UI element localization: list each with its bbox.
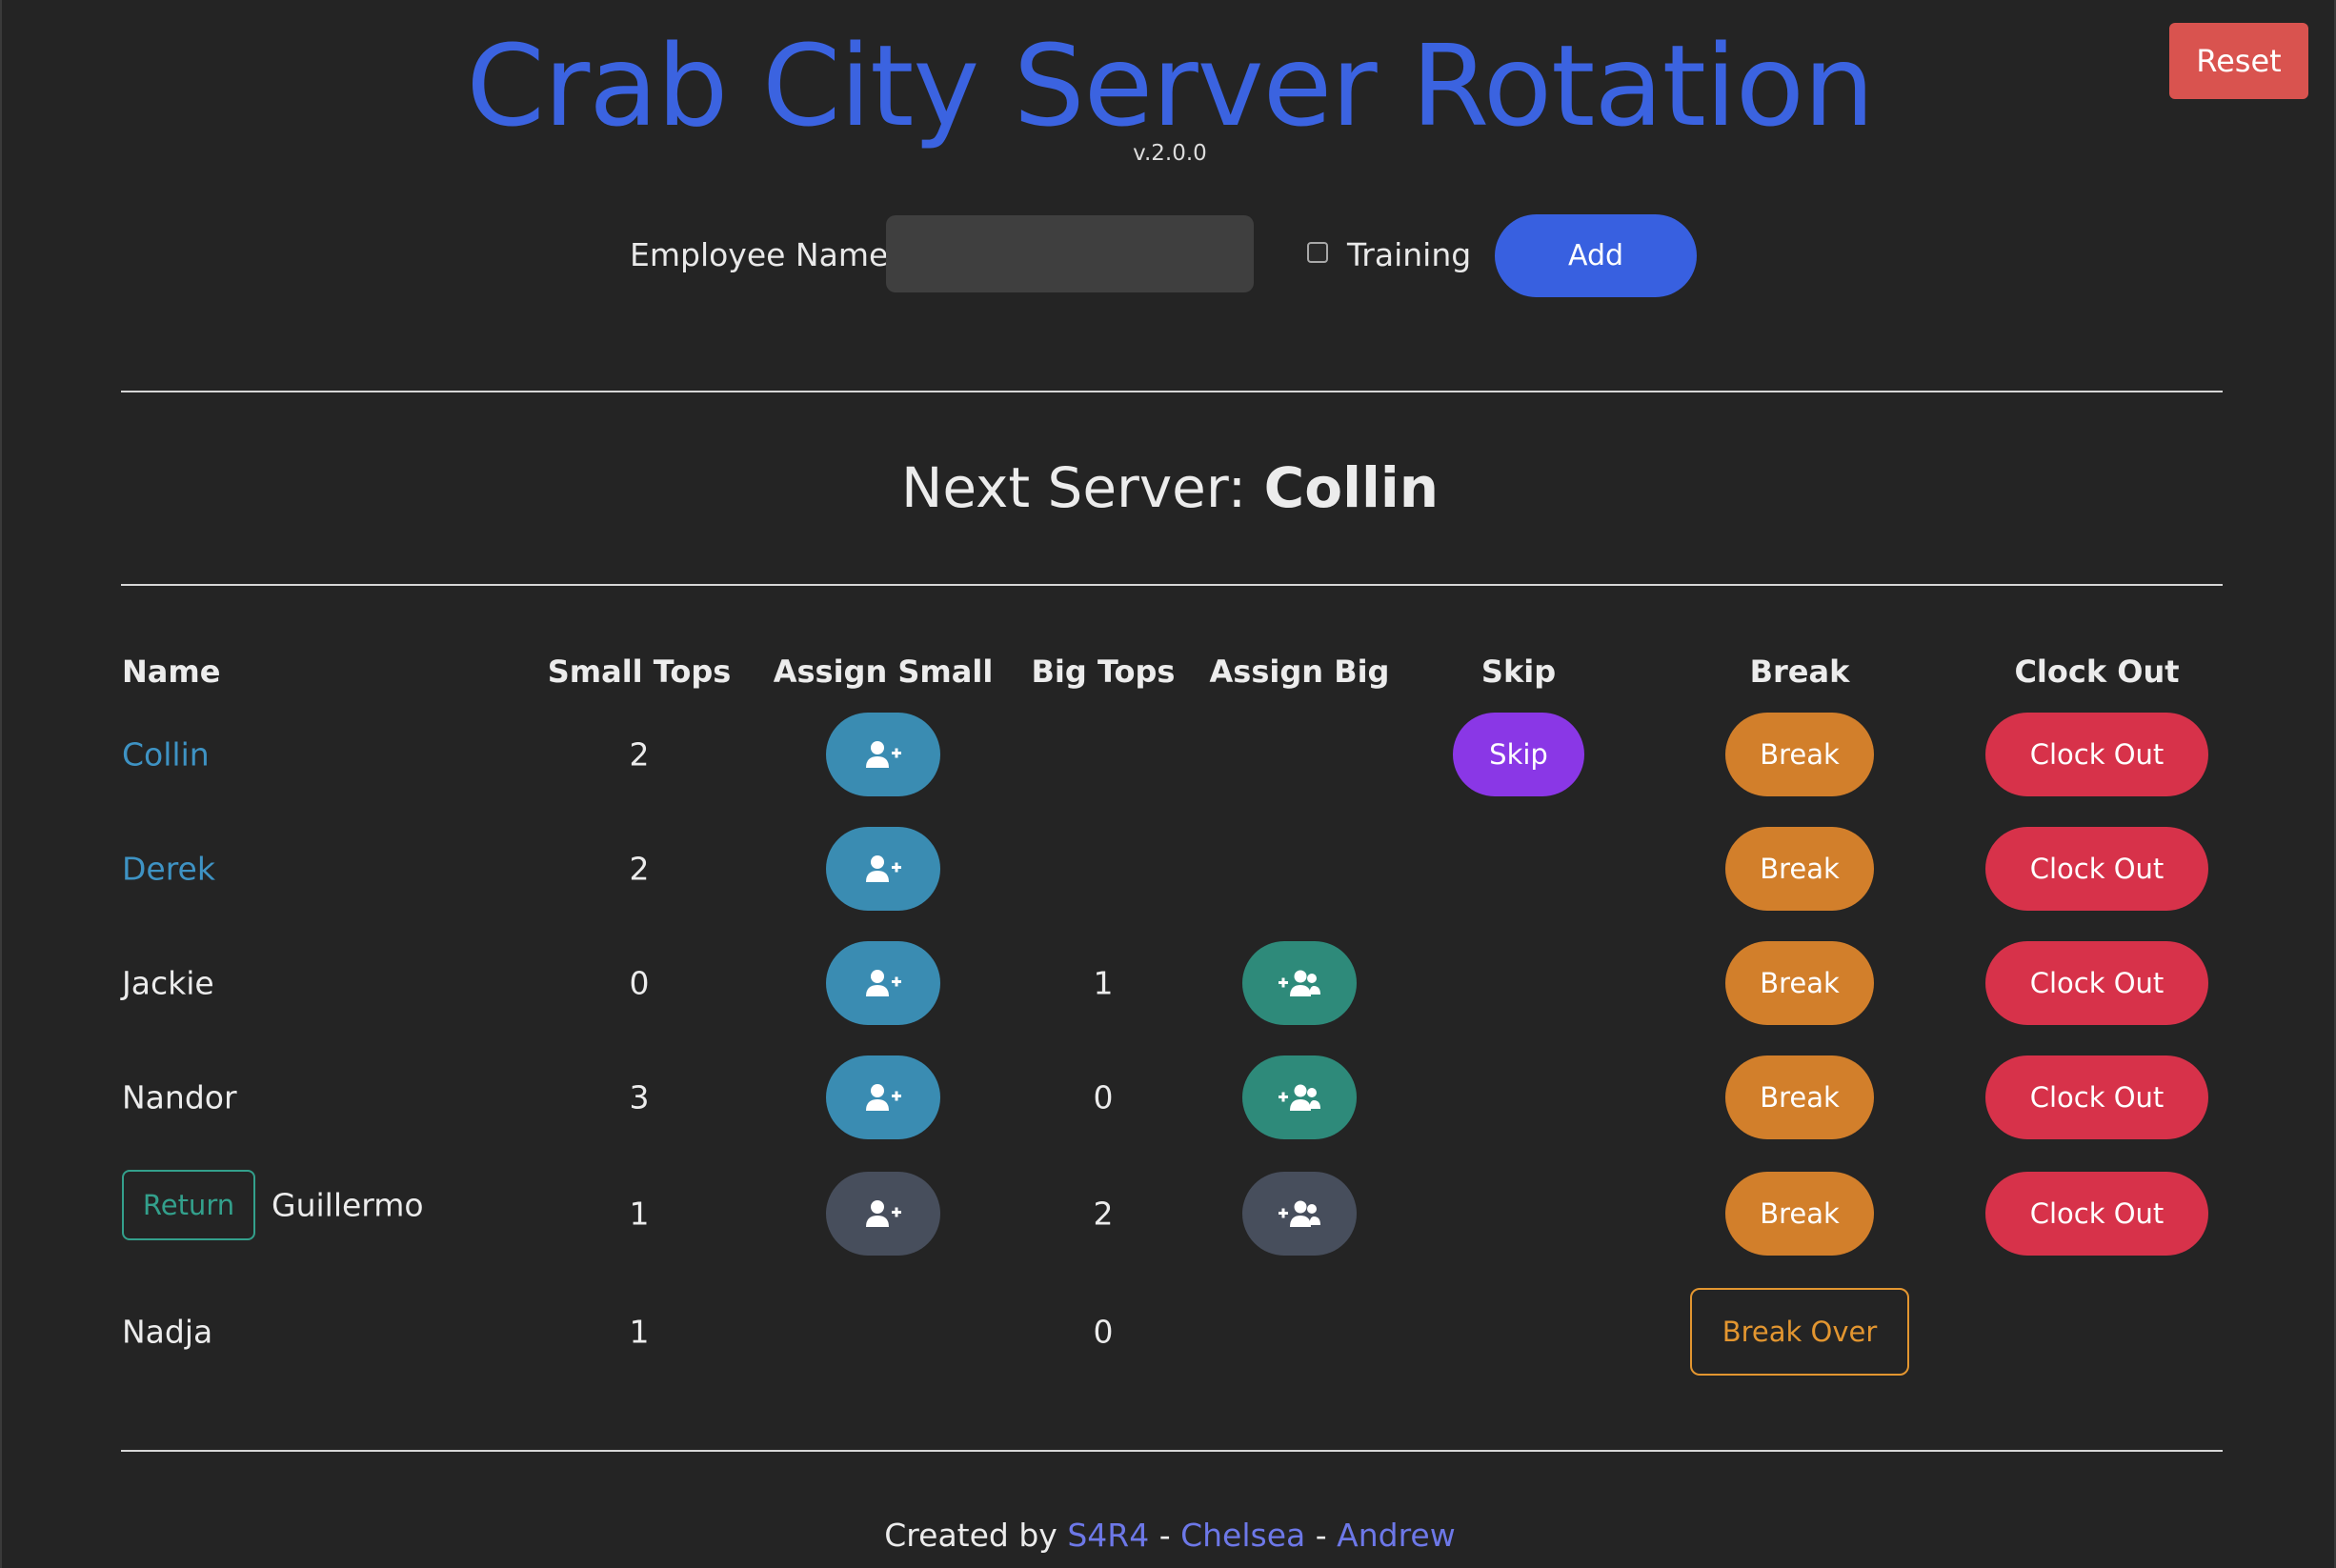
employee-name-link[interactable]: Derek <box>122 851 215 888</box>
employee-name-link[interactable]: Collin <box>122 736 210 774</box>
clock-out-button[interactable]: Clock Out <box>1985 713 2208 796</box>
footer-separator: - <box>1305 1517 1338 1554</box>
assign-small-button[interactable] <box>826 1055 940 1139</box>
employee-name: Nandor <box>122 1078 237 1116</box>
add-button[interactable]: Add <box>1495 214 1697 297</box>
divider <box>121 391 2223 392</box>
users-plus-icon <box>1279 970 1320 996</box>
header-name: Name <box>122 653 221 690</box>
next-server-heading: Next Server: Collin <box>2 455 2336 520</box>
employee-name: Jackie <box>122 964 214 1002</box>
header-assign-big: Assign Big <box>1209 653 1390 690</box>
small-tops-count: 1 <box>629 1313 650 1351</box>
divider <box>121 1450 2223 1452</box>
credit-link[interactable]: Andrew <box>1337 1517 1456 1554</box>
employee-name: Guillermo <box>272 1186 424 1224</box>
footer-credits: Created by S4R4 - Chelsea - Andrew <box>2 1517 2336 1554</box>
assign-big-button[interactable] <box>1242 1055 1357 1139</box>
assign-small-button[interactable] <box>826 1172 940 1256</box>
employee-name-input[interactable] <box>886 215 1254 292</box>
break-button[interactable]: Break <box>1725 1055 1874 1139</box>
next-server-name: Collin <box>1263 455 1440 520</box>
break-button[interactable]: Break <box>1725 941 1874 1025</box>
training-label: Training <box>1347 236 1472 273</box>
small-tops-count: 0 <box>629 964 650 1002</box>
break-button[interactable]: Break <box>1725 1172 1874 1256</box>
assign-big-button[interactable] <box>1242 1172 1357 1256</box>
header-big-tops: Big Tops <box>1031 653 1176 690</box>
training-checkbox[interactable] <box>1307 242 1328 263</box>
small-tops-count: 1 <box>629 1195 650 1233</box>
big-tops-count: 2 <box>1093 1195 1114 1233</box>
footer-prefix: Created by <box>884 1517 1068 1554</box>
employee-name-label: Employee Name: <box>630 236 899 273</box>
credit-link[interactable]: S4R4 <box>1067 1517 1149 1554</box>
clock-out-button[interactable]: Clock Out <box>1985 941 2208 1025</box>
big-tops-count: 0 <box>1093 1313 1114 1351</box>
small-tops-count: 3 <box>629 1078 650 1116</box>
user-plus-icon <box>866 855 901 882</box>
break-button[interactable]: Break <box>1725 713 1874 796</box>
clock-out-button[interactable]: Clock Out <box>1985 827 2208 911</box>
break-button[interactable]: Break <box>1725 827 1874 911</box>
app-page: Crab City Server Rotation v.2.0.0 Reset … <box>0 0 2336 1568</box>
header-break: Break <box>1749 653 1850 690</box>
users-plus-icon <box>1279 1084 1320 1111</box>
assign-small-button[interactable] <box>826 713 940 796</box>
user-plus-icon <box>866 970 901 996</box>
employee-name: Nadja <box>122 1313 213 1351</box>
next-server-prefix: Next Server: <box>900 455 1264 520</box>
divider <box>121 584 2223 586</box>
clock-out-button[interactable]: Clock Out <box>1985 1172 2208 1256</box>
assign-small-button[interactable] <box>826 941 940 1025</box>
return-button[interactable]: Return <box>122 1170 255 1240</box>
header-skip: Skip <box>1480 653 1557 690</box>
user-plus-icon <box>866 741 901 768</box>
reset-button[interactable]: Reset <box>2169 23 2308 99</box>
big-tops-count: 0 <box>1093 1078 1114 1116</box>
clock-out-button[interactable]: Clock Out <box>1985 1055 2208 1139</box>
break-over-button[interactable]: Break Over <box>1690 1288 1909 1376</box>
users-plus-icon <box>1279 1200 1320 1227</box>
user-plus-icon <box>866 1084 901 1111</box>
header-clock-out: Clock Out <box>2014 653 2180 690</box>
big-tops-count: 1 <box>1093 964 1114 1002</box>
version-label: v.2.0.0 <box>1133 141 1207 166</box>
assign-small-button[interactable] <box>826 827 940 911</box>
skip-button[interactable]: Skip <box>1453 713 1584 796</box>
small-tops-count: 2 <box>629 735 650 774</box>
user-plus-icon <box>866 1200 901 1227</box>
page-title: Crab City Server Rotation <box>466 20 1874 151</box>
footer-separator: - <box>1149 1517 1181 1554</box>
assign-big-button[interactable] <box>1242 941 1357 1025</box>
small-tops-count: 2 <box>629 850 650 888</box>
header-assign-small: Assign Small <box>773 653 994 690</box>
credit-link[interactable]: Chelsea <box>1180 1517 1305 1554</box>
header-small-tops: Small Tops <box>547 653 732 690</box>
